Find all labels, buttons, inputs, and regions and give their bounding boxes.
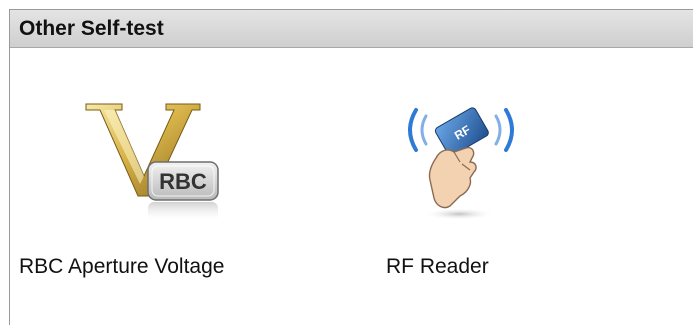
rf-reader-item[interactable]: RF RF Reader xyxy=(370,48,570,325)
rbc-aperture-voltage-label: RBC Aperture Voltage xyxy=(19,255,225,278)
rf-reader-icon: RF xyxy=(396,88,526,228)
other-self-test-panel: Other Self-test RBC RBC Aperture Voltage… xyxy=(9,9,693,325)
rbc-icon-text: RBC xyxy=(159,169,207,194)
panel-header: Other Self-test xyxy=(10,10,693,48)
rbc-voltage-icon: RBC xyxy=(82,92,232,226)
panel-title: Other Self-test xyxy=(19,16,164,40)
rf-reader-label: RF Reader xyxy=(386,255,489,278)
rbc-voltage-graphic: RBC xyxy=(85,103,219,222)
rf-reader-graphic: RF xyxy=(408,107,514,220)
rbc-aperture-voltage-item[interactable]: RBC RBC Aperture Voltage xyxy=(10,48,340,325)
